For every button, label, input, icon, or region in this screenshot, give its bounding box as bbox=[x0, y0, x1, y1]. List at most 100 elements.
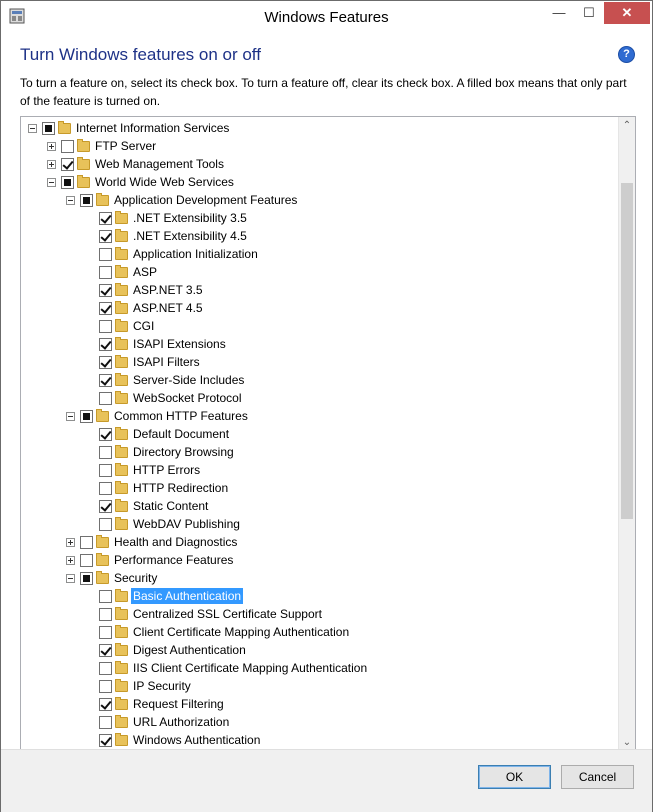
feature-checkbox[interactable] bbox=[99, 374, 112, 387]
tree-item-label[interactable]: World Wide Web Services bbox=[93, 174, 236, 190]
feature-checkbox[interactable] bbox=[99, 284, 112, 297]
tree-item[interactable]: Application Initialization bbox=[21, 245, 619, 263]
tree-item[interactable]: ASP bbox=[21, 263, 619, 281]
collapse-icon[interactable] bbox=[66, 196, 75, 205]
expand-icon[interactable] bbox=[47, 160, 56, 169]
tree-item-label[interactable]: Server-Side Includes bbox=[131, 372, 246, 388]
tree-item[interactable]: ASP.NET 3.5 bbox=[21, 281, 619, 299]
maximize-button[interactable]: ☐ bbox=[574, 2, 604, 24]
tree-item[interactable]: Internet Information Services bbox=[21, 119, 619, 137]
tree-item-label[interactable]: Directory Browsing bbox=[131, 444, 236, 460]
feature-checkbox[interactable] bbox=[80, 536, 93, 549]
tree-item-label[interactable]: Windows Authentication bbox=[131, 732, 262, 748]
tree-item-label[interactable]: WebDAV Publishing bbox=[131, 516, 242, 532]
cancel-button[interactable]: Cancel bbox=[561, 765, 634, 789]
tree-item-label[interactable]: Common HTTP Features bbox=[112, 408, 250, 424]
tree-item-label[interactable]: WebSocket Protocol bbox=[131, 390, 244, 406]
feature-checkbox[interactable] bbox=[99, 248, 112, 261]
feature-checkbox[interactable] bbox=[99, 464, 112, 477]
feature-checkbox[interactable] bbox=[99, 212, 112, 225]
tree-item[interactable]: IP Security bbox=[21, 677, 619, 695]
tree-item-label[interactable]: .NET Extensibility 3.5 bbox=[131, 210, 249, 226]
collapse-icon[interactable] bbox=[47, 178, 56, 187]
tree-item-label[interactable]: Internet Information Services bbox=[74, 120, 231, 136]
tree-item[interactable]: ASP.NET 4.5 bbox=[21, 299, 619, 317]
tree-item[interactable]: Static Content bbox=[21, 497, 619, 515]
feature-checkbox[interactable] bbox=[99, 338, 112, 351]
tree-item[interactable]: Windows Authentication bbox=[21, 731, 619, 749]
collapse-icon[interactable] bbox=[28, 124, 37, 133]
features-tree[interactable]: Internet Information Services FTP Server W… bbox=[20, 116, 636, 752]
tree-item-label[interactable]: Centralized SSL Certificate Support bbox=[131, 606, 324, 622]
tree-item-label[interactable]: ISAPI Extensions bbox=[131, 336, 228, 352]
tree-item[interactable]: .NET Extensibility 4.5 bbox=[21, 227, 619, 245]
tree-item[interactable]: WebDAV Publishing bbox=[21, 515, 619, 533]
feature-checkbox[interactable] bbox=[99, 644, 112, 657]
feature-checkbox[interactable] bbox=[99, 266, 112, 279]
feature-checkbox[interactable] bbox=[99, 698, 112, 711]
tree-item-label[interactable]: Basic Authentication bbox=[131, 588, 244, 604]
scrollbar-thumb[interactable] bbox=[621, 183, 633, 519]
tree-item[interactable]: ISAPI Filters bbox=[21, 353, 619, 371]
tree-item-label[interactable]: ASP bbox=[131, 264, 159, 280]
tree-item-label[interactable]: Web Management Tools bbox=[93, 156, 226, 172]
tree-item[interactable]: CGI bbox=[21, 317, 619, 335]
feature-checkbox[interactable] bbox=[80, 410, 93, 423]
feature-checkbox[interactable] bbox=[99, 356, 112, 369]
feature-checkbox[interactable] bbox=[80, 194, 93, 207]
feature-checkbox[interactable] bbox=[61, 176, 74, 189]
tree-item-label[interactable]: Health and Diagnostics bbox=[112, 534, 239, 550]
tree-item[interactable]: .NET Extensibility 3.5 bbox=[21, 209, 619, 227]
feature-checkbox[interactable] bbox=[99, 716, 112, 729]
feature-checkbox[interactable] bbox=[99, 320, 112, 333]
tree-item[interactable]: IIS Client Certificate Mapping Authentic… bbox=[21, 659, 619, 677]
feature-checkbox[interactable] bbox=[99, 626, 112, 639]
tree-item[interactable]: World Wide Web Services bbox=[21, 173, 619, 191]
collapse-icon[interactable] bbox=[66, 574, 75, 583]
tree-item-label[interactable]: ASP.NET 4.5 bbox=[131, 300, 205, 316]
tree-item-label[interactable]: HTTP Redirection bbox=[131, 480, 230, 496]
feature-checkbox[interactable] bbox=[99, 590, 112, 603]
tree-item[interactable]: Performance Features bbox=[21, 551, 619, 569]
tree-item-label[interactable]: IP Security bbox=[131, 678, 193, 694]
feature-checkbox[interactable] bbox=[42, 122, 55, 135]
feature-checkbox[interactable] bbox=[99, 500, 112, 513]
feature-checkbox[interactable] bbox=[99, 734, 112, 747]
tree-item[interactable]: Request Filtering bbox=[21, 695, 619, 713]
feature-checkbox[interactable] bbox=[61, 158, 74, 171]
feature-checkbox[interactable] bbox=[99, 662, 112, 675]
tree-item[interactable]: Server-Side Includes bbox=[21, 371, 619, 389]
expand-icon[interactable] bbox=[47, 142, 56, 151]
tree-item[interactable]: Client Certificate Mapping Authenticatio… bbox=[21, 623, 619, 641]
feature-checkbox[interactable] bbox=[99, 608, 112, 621]
tree-item-label[interactable]: Request Filtering bbox=[131, 696, 226, 712]
tree-item-label[interactable]: Security bbox=[112, 570, 159, 586]
tree-item[interactable]: Basic Authentication bbox=[21, 587, 619, 605]
tree-item[interactable]: Common HTTP Features bbox=[21, 407, 619, 425]
feature-checkbox[interactable] bbox=[99, 518, 112, 531]
tree-item[interactable]: HTTP Redirection bbox=[21, 479, 619, 497]
expand-icon[interactable] bbox=[66, 538, 75, 547]
tree-item[interactable]: Application Development Features bbox=[21, 191, 619, 209]
close-button[interactable]: ✕ bbox=[604, 2, 650, 24]
tree-item[interactable]: Health and Diagnostics bbox=[21, 533, 619, 551]
tree-item-label[interactable]: Static Content bbox=[131, 498, 210, 514]
feature-checkbox[interactable] bbox=[99, 446, 112, 459]
feature-checkbox[interactable] bbox=[80, 554, 93, 567]
feature-checkbox[interactable] bbox=[99, 392, 112, 405]
tree-item-label[interactable]: URL Authorization bbox=[131, 714, 231, 730]
tree-item-label[interactable]: ASP.NET 3.5 bbox=[131, 282, 205, 298]
tree-item-label[interactable]: FTP Server bbox=[93, 138, 158, 154]
tree-item-label[interactable]: IIS Client Certificate Mapping Authentic… bbox=[131, 660, 369, 676]
help-icon[interactable]: ? bbox=[618, 46, 635, 63]
tree-item[interactable]: Digest Authentication bbox=[21, 641, 619, 659]
feature-checkbox[interactable] bbox=[61, 140, 74, 153]
feature-checkbox[interactable] bbox=[99, 482, 112, 495]
feature-checkbox[interactable] bbox=[99, 302, 112, 315]
feature-checkbox[interactable] bbox=[80, 572, 93, 585]
tree-item-label[interactable]: Application Development Features bbox=[112, 192, 299, 208]
tree-item-label[interactable]: ISAPI Filters bbox=[131, 354, 202, 370]
vertical-scrollbar[interactable]: ⌃ ⌄ bbox=[618, 117, 635, 751]
tree-item[interactable]: Security bbox=[21, 569, 619, 587]
tree-item[interactable]: Directory Browsing bbox=[21, 443, 619, 461]
